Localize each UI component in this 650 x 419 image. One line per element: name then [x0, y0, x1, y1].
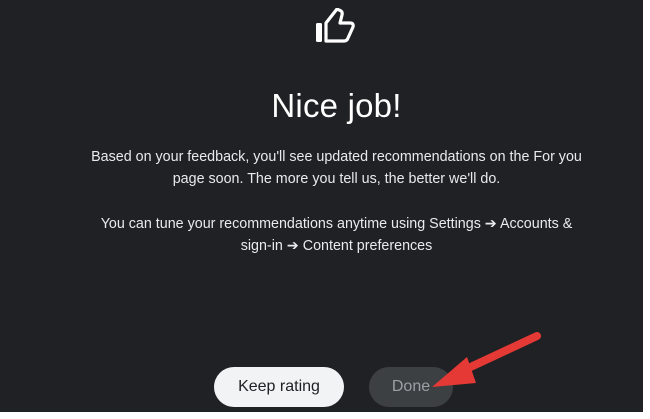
- feedback-screen: Nice job! Based on your feedback, you'll…: [0, 0, 643, 412]
- frame-border-bottom: [0, 412, 650, 419]
- feedback-message-line-1: Based on your feedback, you'll see updat…: [91, 149, 582, 165]
- settings-hint-line-1: You can tune your recommendations anytim…: [100, 216, 573, 232]
- page-title: Nice job!: [271, 87, 402, 124]
- done-button[interactable]: Done: [369, 367, 453, 407]
- keep-rating-button[interactable]: Keep rating: [214, 367, 344, 407]
- feedback-message: Based on your feedback, you'll see updat…: [0, 146, 650, 190]
- settings-hint-line-2: sign-in ➔ Content preferences: [240, 238, 433, 254]
- settings-hint: You can tune your recommendations anytim…: [0, 213, 650, 257]
- thumbs-up-icon: [313, 8, 358, 44]
- frame-border-right: [643, 0, 650, 419]
- feedback-message-line-2: page soon. The more you tell us, the bet…: [172, 171, 501, 187]
